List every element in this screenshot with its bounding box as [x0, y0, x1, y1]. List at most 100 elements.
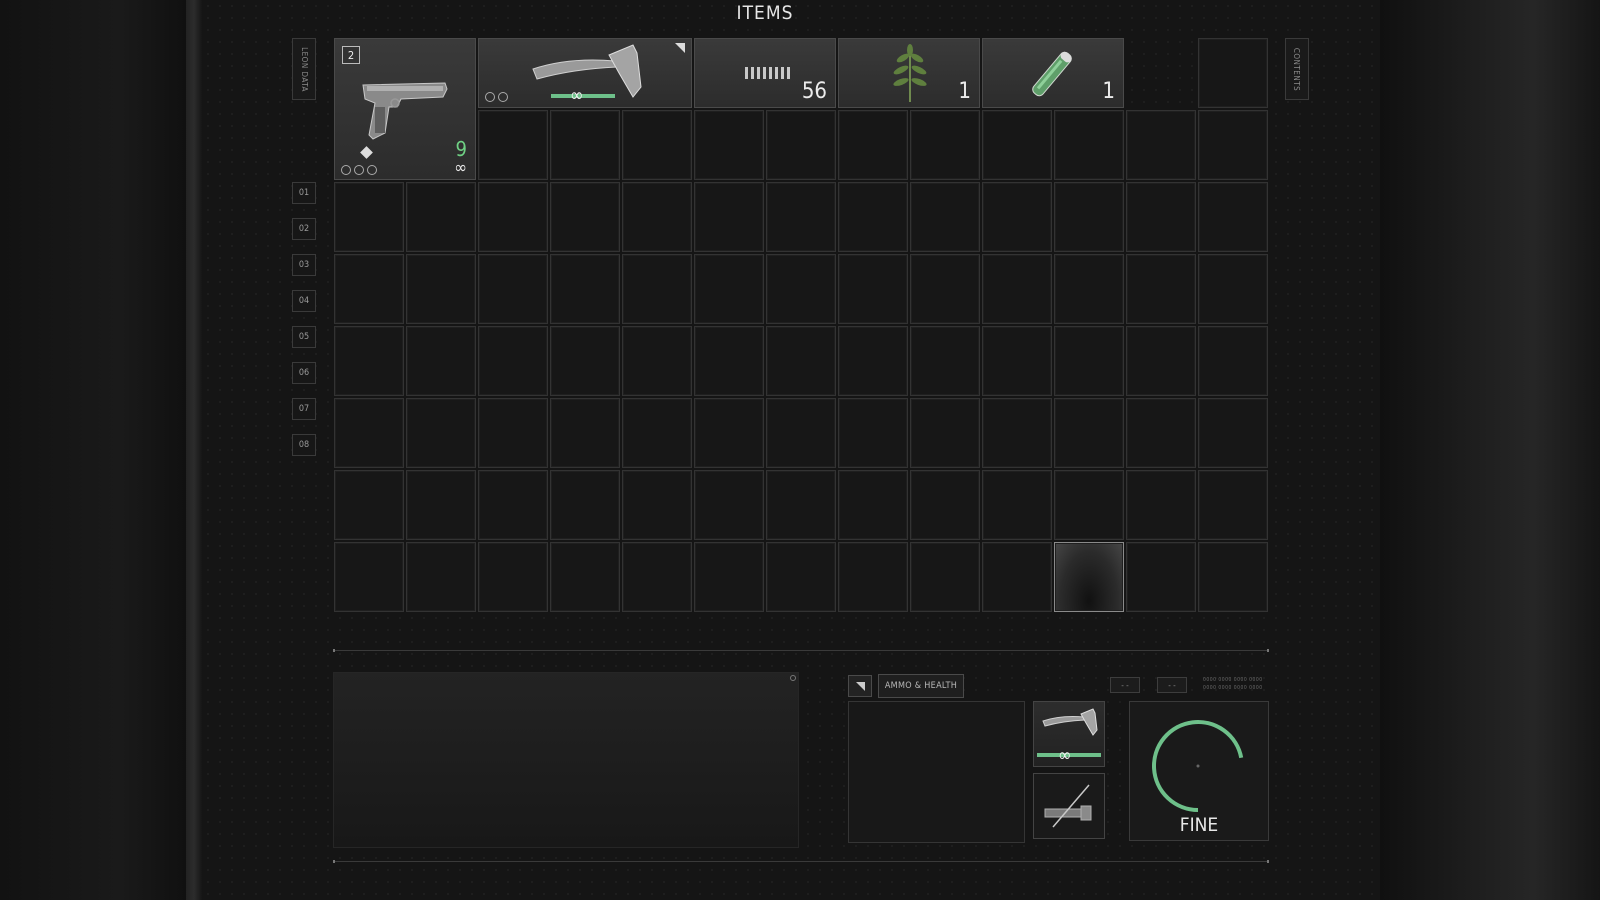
grid-cell[interactable]: [1054, 182, 1124, 252]
grid-cell[interactable]: [694, 542, 764, 612]
grid-cell[interactable]: [334, 542, 404, 612]
grid-cell[interactable]: [550, 254, 620, 324]
grid-cell[interactable]: [406, 542, 476, 612]
grid-cell[interactable]: [1126, 254, 1196, 324]
grid-cell[interactable]: [478, 470, 548, 540]
grid-cell[interactable]: [406, 254, 476, 324]
tab-contents[interactable]: CONTENTS: [1285, 38, 1309, 100]
grid-cell[interactable]: [622, 254, 692, 324]
inventory-item-green-herb[interactable]: 1: [838, 38, 980, 108]
grid-cell[interactable]: [982, 254, 1052, 324]
grid-cell[interactable]: [1126, 110, 1196, 180]
grid-cell[interactable]: [838, 182, 908, 252]
grid-cell[interactable]: [550, 542, 620, 612]
grid-cell[interactable]: [982, 470, 1052, 540]
grid-cell[interactable]: [694, 470, 764, 540]
grid-cell[interactable]: [1126, 470, 1196, 540]
grid-cell[interactable]: [622, 326, 692, 396]
grid-cell[interactable]: [982, 326, 1052, 396]
grid-cell[interactable]: [1054, 470, 1124, 540]
grid-cell[interactable]: [550, 470, 620, 540]
grid-cell[interactable]: [334, 470, 404, 540]
grid-cell[interactable]: [694, 326, 764, 396]
inventory-item-pistol[interactable]: 2 9 ∞: [334, 38, 476, 180]
grid-cell[interactable]: [1198, 470, 1268, 540]
grid-cell[interactable]: [1054, 110, 1124, 180]
grid-cell[interactable]: [838, 470, 908, 540]
inventory-item-first-aid-spray[interactable]: 1: [982, 38, 1124, 108]
grid-cell[interactable]: [1198, 542, 1268, 612]
grid-cell[interactable]: [838, 542, 908, 612]
grid-cell[interactable]: [694, 110, 764, 180]
grid-cell[interactable]: [982, 398, 1052, 468]
grid-cell[interactable]: [1198, 38, 1268, 108]
grid-cell[interactable]: [478, 542, 548, 612]
grid-cell[interactable]: [406, 182, 476, 252]
grid-cell[interactable]: [1054, 254, 1124, 324]
grid-cell[interactable]: [910, 182, 980, 252]
grid-cell[interactable]: [1198, 182, 1268, 252]
grid-cell[interactable]: [1054, 398, 1124, 468]
grid-cell[interactable]: [1126, 542, 1196, 612]
inventory-item-hatchet[interactable]: ∞: [478, 38, 692, 108]
grid-cell[interactable]: [478, 326, 548, 396]
grid-cell[interactable]: [334, 398, 404, 468]
grid-cell[interactable]: [766, 470, 836, 540]
grid-cell[interactable]: [694, 182, 764, 252]
quick-slot-button[interactable]: - -: [1110, 677, 1140, 693]
grid-cell[interactable]: [1126, 398, 1196, 468]
grid-cell[interactable]: [982, 182, 1052, 252]
grid-cell[interactable]: [1054, 326, 1124, 396]
grid-cell[interactable]: [838, 110, 908, 180]
tab-leon-data[interactable]: LEON DATA: [292, 38, 316, 100]
grid-cell[interactable]: [550, 398, 620, 468]
grid-cell-selected[interactable]: [1054, 542, 1124, 612]
grid-cell[interactable]: [910, 542, 980, 612]
grid-cell[interactable]: [622, 470, 692, 540]
grid-cell[interactable]: [1198, 254, 1268, 324]
grid-cell[interactable]: [1126, 326, 1196, 396]
grid-cell[interactable]: [766, 254, 836, 324]
secondary-weapon-slot[interactable]: [1033, 773, 1105, 839]
grid-cell[interactable]: [766, 326, 836, 396]
grid-cell[interactable]: [1198, 326, 1268, 396]
grid-cell[interactable]: [838, 398, 908, 468]
grid-cell[interactable]: [1198, 110, 1268, 180]
category-toggle-button[interactable]: [848, 675, 872, 697]
category-label-ammo-health[interactable]: AMMO & HEALTH: [878, 674, 964, 698]
grid-cell[interactable]: [406, 326, 476, 396]
grid-cell[interactable]: [622, 110, 692, 180]
grid-cell[interactable]: [982, 542, 1052, 612]
grid-cell[interactable]: [766, 182, 836, 252]
equipped-weapon-slot[interactable]: ∞: [1033, 701, 1105, 767]
grid-cell[interactable]: [766, 398, 836, 468]
grid-cell[interactable]: [910, 398, 980, 468]
grid-cell[interactable]: [766, 542, 836, 612]
grid-cell[interactable]: [478, 182, 548, 252]
grid-cell[interactable]: [694, 254, 764, 324]
grid-cell[interactable]: [1198, 398, 1268, 468]
grid-cell[interactable]: [1126, 182, 1196, 252]
grid-cell[interactable]: [910, 254, 980, 324]
grid-cell[interactable]: [550, 110, 620, 180]
grid-cell[interactable]: [550, 326, 620, 396]
grid-cell[interactable]: [406, 398, 476, 468]
grid-cell[interactable]: [550, 182, 620, 252]
grid-cell[interactable]: [334, 254, 404, 324]
grid-cell[interactable]: [694, 398, 764, 468]
grid-cell[interactable]: [406, 470, 476, 540]
grid-cell[interactable]: [478, 398, 548, 468]
grid-cell[interactable]: [334, 182, 404, 252]
grid-cell[interactable]: [910, 326, 980, 396]
grid-cell[interactable]: [334, 326, 404, 396]
grid-cell[interactable]: [622, 542, 692, 612]
grid-cell[interactable]: [838, 326, 908, 396]
inventory-item-handgun-ammo[interactable]: 56: [694, 38, 836, 108]
quick-slot-button[interactable]: - -: [1157, 677, 1187, 693]
grid-cell[interactable]: [910, 110, 980, 180]
grid-cell[interactable]: [478, 254, 548, 324]
grid-cell[interactable]: [838, 254, 908, 324]
grid-cell[interactable]: [982, 110, 1052, 180]
grid-cell[interactable]: [622, 182, 692, 252]
grid-cell[interactable]: [622, 398, 692, 468]
